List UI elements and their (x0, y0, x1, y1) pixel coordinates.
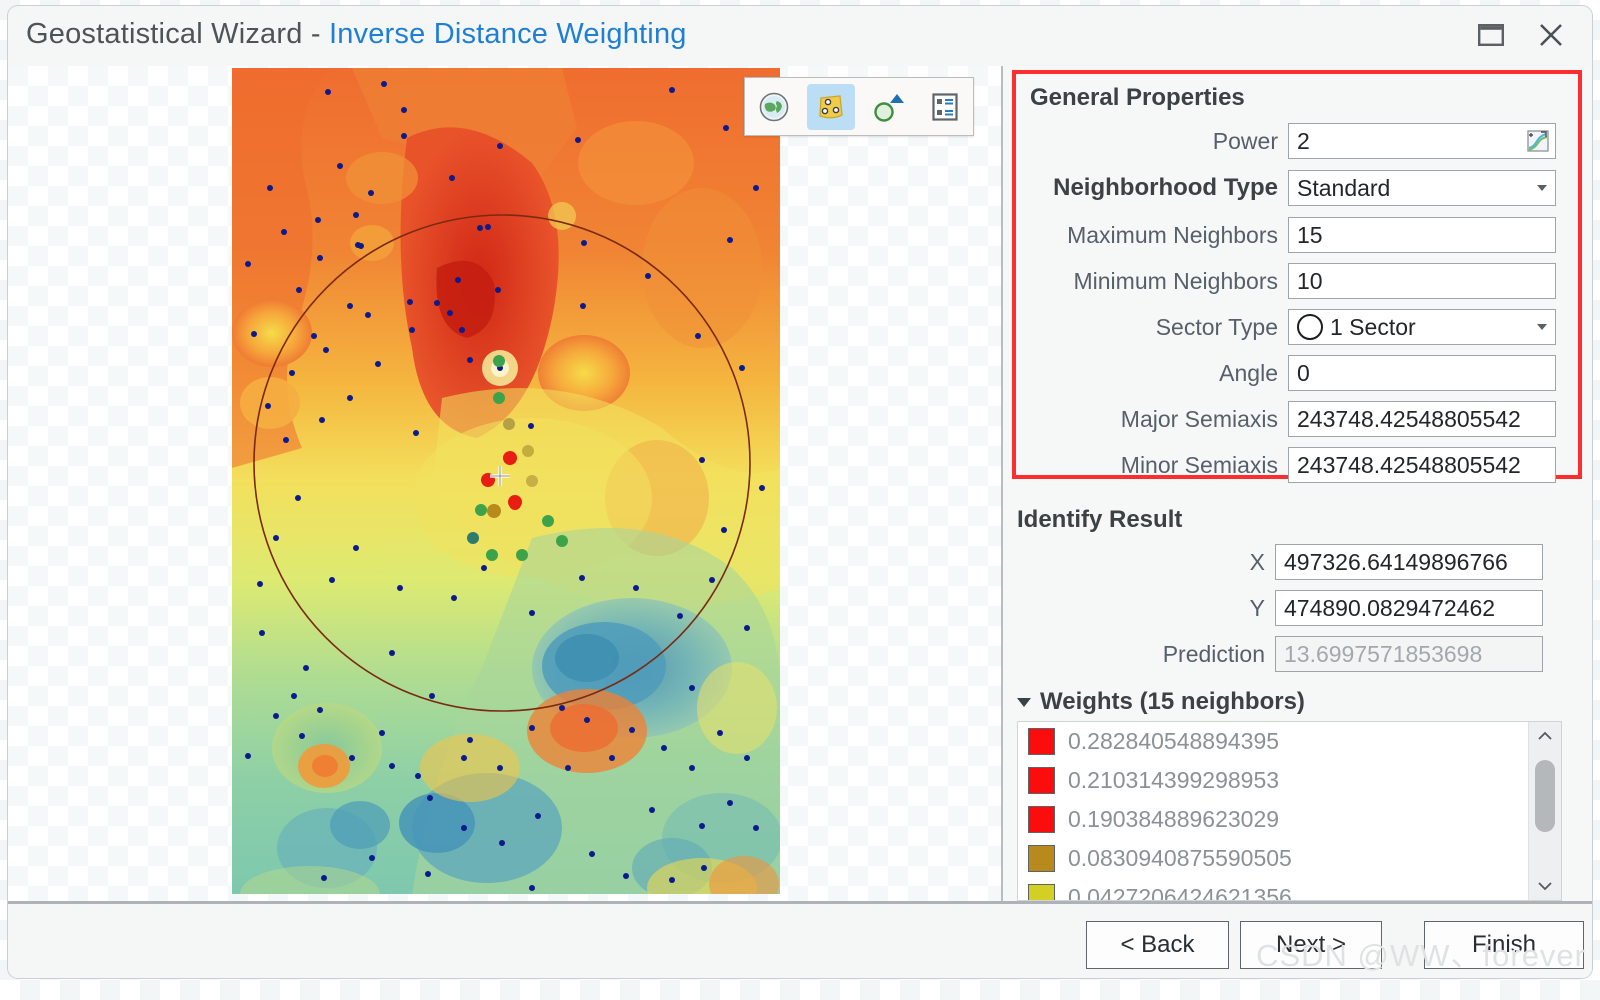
y-coordinate-value: 474890.0829472462 (1284, 594, 1496, 621)
title-method: Inverse Distance Weighting (328, 18, 687, 50)
field-row-neighborhood-type[interactable]: Neighborhood Type Standard (1016, 169, 1578, 207)
map-preview-pane[interactable] (8, 66, 1001, 901)
angle-value: 0 (1297, 359, 1310, 386)
maximum-neighbors-input[interactable]: 15 (1288, 217, 1556, 253)
field-row-major-semiaxis[interactable]: Major Semiaxis 243748.42548805542 (1016, 400, 1578, 438)
field-row-angle[interactable]: Angle 0 (1016, 354, 1578, 392)
properties-panel: General Properties Power 2 Neighborhood … (1003, 66, 1592, 901)
sector-type-dropdown[interactable]: 1 Sector (1288, 309, 1556, 345)
weights-scrollbar[interactable] (1528, 722, 1561, 900)
minimum-neighbors-input[interactable]: 10 (1288, 263, 1556, 299)
wizard-footer: < Back Next > Finish CSDN @WW、forever (8, 901, 1592, 978)
wizard-content: General Properties Power 2 Neighborhood … (8, 66, 1592, 901)
identify-result-heading: Identify Result (1017, 506, 1183, 533)
close-icon[interactable] (1528, 14, 1574, 56)
weight-value: 0.190384889623029 (1068, 806, 1280, 832)
field-label-neighborhood-type: Neighborhood Type (1053, 174, 1278, 201)
general-properties-heading: General Properties (1030, 84, 1245, 111)
title-separator: - (302, 18, 329, 50)
field-row-prediction: Prediction 13.6997571853698 (1003, 635, 1592, 673)
y-coordinate-input[interactable]: 474890.0829472462 (1275, 590, 1543, 626)
minimum-neighbors-value: 10 (1297, 267, 1323, 294)
finish-button[interactable]: Finish (1424, 921, 1584, 969)
chevron-down-icon (1537, 324, 1547, 330)
list-item[interactable]: 0.210314399298953 (1018, 761, 1530, 800)
interpolation-surface-map[interactable] (232, 68, 780, 894)
field-label-minimum-neighbors: Minimum Neighbors (1073, 267, 1278, 294)
surface-points-icon[interactable] (806, 83, 855, 130)
page-title: Geostatistical Wizard - Inverse Distance… (26, 18, 687, 51)
major-semiaxis-input[interactable]: 243748.42548805542 (1288, 401, 1556, 437)
weight-color-swatch (1028, 845, 1055, 872)
neighborhood-circle-icon[interactable] (864, 84, 912, 130)
weight-value: 0.282840548894395 (1068, 728, 1280, 754)
x-coordinate-input[interactable]: 497326.64149896766 (1275, 544, 1543, 580)
maximum-neighbors-value: 15 (1297, 221, 1323, 248)
neighborhood-type-value: Standard (1297, 174, 1391, 201)
geostatistical-wizard-window: Geostatistical Wizard - Inverse Distance… (8, 6, 1592, 978)
weight-color-swatch (1028, 884, 1055, 900)
field-label-maximum-neighbors: Maximum Neighbors (1067, 221, 1278, 248)
field-label-power: Power (1212, 127, 1278, 154)
list-item[interactable]: 0.190384889623029 (1018, 800, 1530, 839)
prediction-value: 13.6997571853698 (1284, 640, 1483, 667)
maximize-icon[interactable] (1468, 14, 1514, 56)
field-label-x: X (1249, 548, 1265, 575)
weights-section-header[interactable]: Weights (15 neighbors) (1017, 688, 1305, 716)
power-input[interactable]: 2 (1288, 123, 1556, 159)
field-row-y[interactable]: Y 474890.0829472462 (1003, 589, 1592, 627)
field-row-minimum-neighbors[interactable]: Minimum Neighbors 10 (1016, 262, 1578, 300)
field-row-power[interactable]: Power 2 (1016, 122, 1578, 160)
next-button[interactable]: Next > (1240, 921, 1382, 969)
map-toolbar[interactable] (744, 77, 974, 136)
title-bar: Geostatistical Wizard - Inverse Distance… (8, 6, 1592, 67)
weights-heading: Weights (15 neighbors) (1040, 688, 1305, 715)
weight-color-swatch (1028, 767, 1055, 794)
minor-semiaxis-value: 243748.42548805542 (1297, 451, 1521, 478)
screen-background: Geostatistical Wizard - Inverse Distance… (0, 0, 1600, 1000)
major-semiaxis-value: 243748.42548805542 (1297, 405, 1521, 432)
field-label-major-semiaxis: Major Semiaxis (1120, 405, 1278, 432)
x-coordinate-value: 497326.64149896766 (1284, 548, 1508, 575)
chevron-down-icon (1017, 697, 1031, 707)
weights-list[interactable]: 0.282840548894395 0.210314399298953 0.19… (1017, 721, 1562, 901)
field-row-minor-semiaxis[interactable]: Minor Semiaxis 243748.42548805542 (1016, 446, 1578, 484)
general-properties-highlight: General Properties Power 2 Neighborhood … (1012, 70, 1582, 483)
field-row-sector-type[interactable]: Sector Type 1 Sector (1016, 308, 1578, 346)
list-item[interactable]: 0.0830940875590505 (1018, 839, 1530, 878)
field-row-maximum-neighbors[interactable]: Maximum Neighbors 15 (1016, 216, 1578, 254)
weight-color-swatch (1028, 806, 1055, 833)
scrollbar-thumb[interactable] (1535, 760, 1555, 832)
field-row-x[interactable]: X 497326.64149896766 (1003, 543, 1592, 581)
prediction-value-field: 13.6997571853698 (1275, 636, 1543, 672)
field-label-sector-type: Sector Type (1155, 313, 1278, 340)
field-label-angle: Angle (1219, 359, 1278, 386)
field-label-prediction: Prediction (1162, 640, 1265, 667)
weight-value: 0.0830940875590505 (1068, 845, 1292, 871)
power-value: 2 (1297, 127, 1310, 154)
list-item[interactable]: 0.0427206424621356 (1018, 878, 1530, 901)
chevron-down-icon[interactable] (1529, 872, 1561, 900)
minor-semiaxis-input[interactable]: 243748.42548805542 (1288, 447, 1556, 483)
weight-value: 0.210314399298953 (1068, 767, 1280, 793)
title-main: Geostatistical Wizard (26, 18, 303, 50)
angle-input[interactable]: 0 (1288, 355, 1556, 391)
list-item[interactable]: 0.282840548894395 (1018, 722, 1530, 761)
weight-value: 0.0427206424621356 (1068, 884, 1292, 901)
globe-icon[interactable] (750, 84, 798, 130)
field-label-y: Y (1249, 594, 1265, 621)
neighborhood-type-dropdown[interactable]: Standard (1288, 170, 1556, 206)
chevron-down-icon (1537, 185, 1547, 191)
optimize-chart-icon[interactable] (1524, 127, 1552, 155)
back-button[interactable]: < Back (1086, 921, 1229, 969)
field-label-minor-semiaxis: Minor Semiaxis (1120, 451, 1278, 478)
weight-color-swatch (1028, 728, 1055, 755)
sector-type-value: 1 Sector (1330, 313, 1416, 340)
chevron-up-icon[interactable] (1529, 722, 1561, 750)
legend-list-icon[interactable] (921, 84, 969, 130)
sector-circle-icon (1297, 314, 1323, 340)
